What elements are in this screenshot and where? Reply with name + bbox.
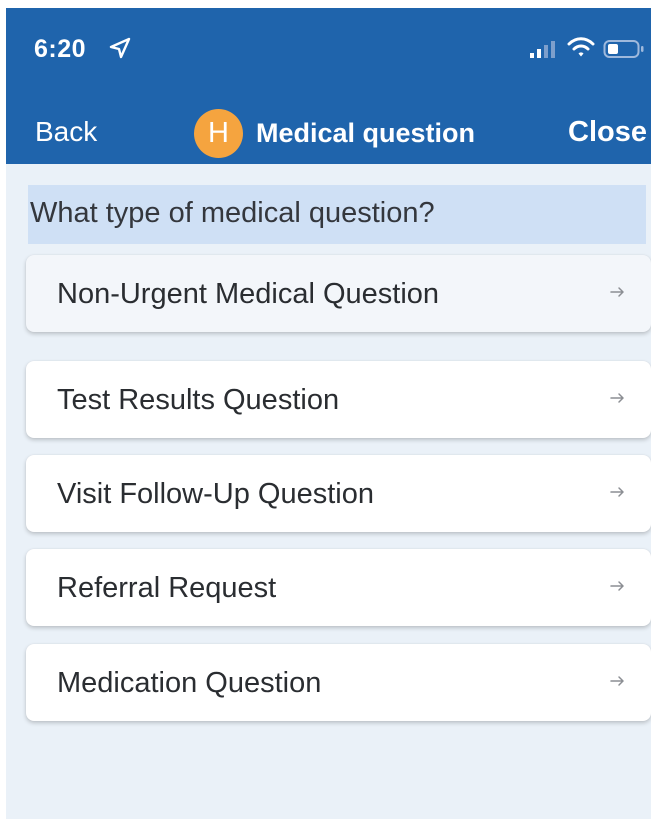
question-header: What type of medical question?	[28, 185, 646, 244]
app-container: 6:20 Back H Medical question Close What …	[0, 0, 651, 819]
option-label: Non-Urgent Medical Question	[57, 278, 440, 310]
navigation-bar: Back H Medical question Close	[6, 88, 651, 164]
option-non-urgent-medical-question[interactable]: Non-Urgent Medical Question	[26, 255, 651, 332]
signal-icon	[530, 41, 555, 58]
close-button[interactable]: Close	[568, 116, 647, 148]
question-title: What type of medical question?	[30, 197, 435, 229]
header: 6:20 Back H Medical question Close	[6, 8, 651, 164]
option-medication-question[interactable]: Medication Question	[26, 644, 651, 721]
location-icon	[109, 37, 131, 59]
page-title: Medical question	[256, 118, 476, 148]
back-button[interactable]: Back	[35, 116, 97, 148]
arrow-right-icon	[610, 487, 624, 497]
option-visit-follow-up-question[interactable]: Visit Follow-Up Question	[26, 455, 651, 532]
option-label: Referral Request	[57, 572, 277, 604]
status-bar: 6:20	[6, 8, 651, 88]
battery-icon	[603, 40, 644, 58]
phone-screen: 6:20 Back H Medical question Close What …	[6, 8, 651, 819]
nav-title: H Medical question	[194, 107, 475, 159]
option-referral-request[interactable]: Referral Request	[26, 549, 651, 626]
avatar: H	[194, 108, 243, 158]
arrow-right-icon	[610, 287, 624, 297]
option-label: Medication Question	[57, 667, 322, 699]
option-label: Visit Follow-Up Question	[57, 478, 374, 510]
status-time: 6:20	[34, 35, 87, 63]
question-options-list: Non-Urgent Medical Question Test Results…	[26, 255, 651, 725]
option-test-results-question[interactable]: Test Results Question	[26, 361, 651, 438]
arrow-right-icon	[610, 676, 624, 686]
arrow-right-icon	[610, 393, 624, 403]
option-label: Test Results Question	[57, 384, 340, 416]
wifi-icon	[567, 37, 595, 57]
arrow-right-icon	[610, 581, 624, 591]
